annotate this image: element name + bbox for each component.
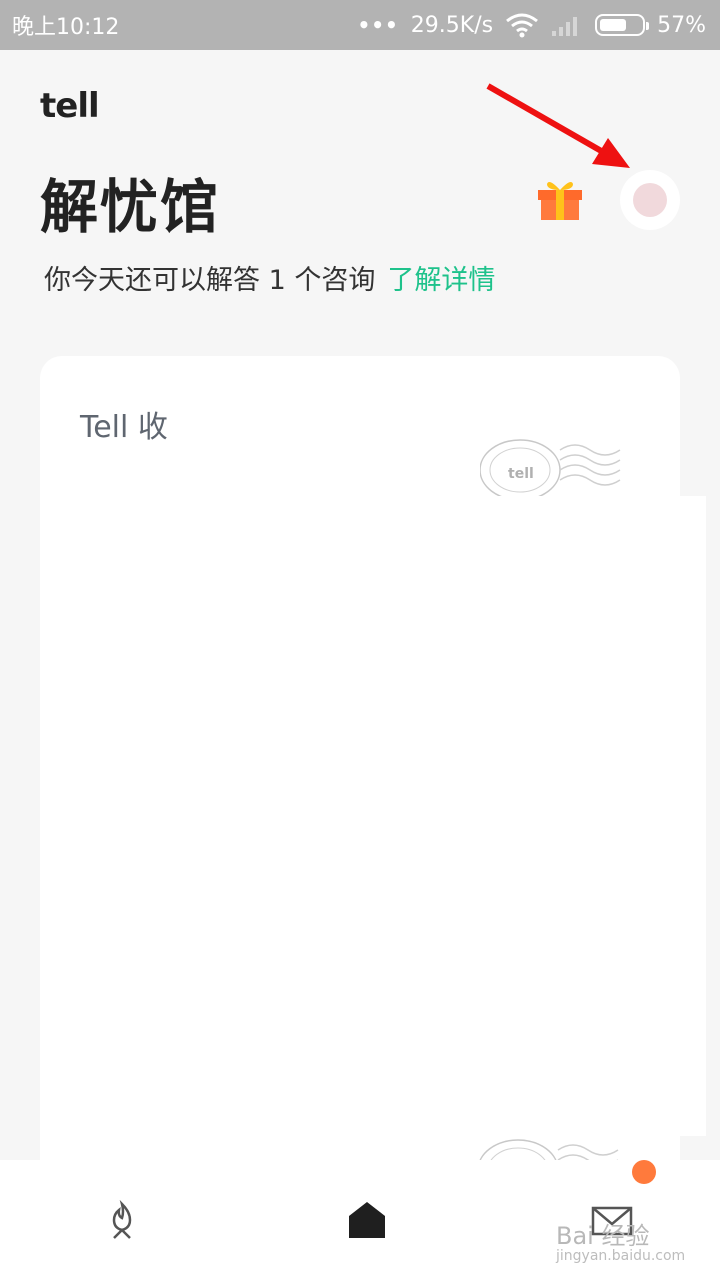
red-arrow-annotation [486,83,630,168]
app-logo: tell [40,86,100,126]
svg-text:tell: tell [508,466,534,482]
net-speed: 29.5K/s [410,12,494,38]
subtitle-text: 你今天还可以解答 1 个咨询 [44,265,376,296]
watermark: Bai 经验 [556,1222,650,1250]
battery-icon [595,14,650,36]
postmark-icon: tell [480,439,621,500]
page-title: 解忧馆 [40,173,221,241]
fire-icon[interactable] [100,1198,144,1242]
avatar-image [633,183,667,217]
wifi-icon [506,13,539,38]
more-dots: ••• [357,13,399,37]
battery-percent: 57% [657,12,706,38]
card-label: Tell 收 [80,410,168,445]
status-right: ••• 29.5K/s 57% [357,12,706,38]
status-bar: 晚上10:12 ••• 29.5K/s 57% [0,0,720,50]
notification-badge [632,1160,656,1184]
watermark-url: jingyan.baidu.com [556,1248,686,1264]
learn-more-link[interactable]: 了解详情 [387,265,495,296]
status-time: 晚上10:12 [12,15,120,40]
gift-icon[interactable] [535,176,585,222]
signal-icon [552,17,578,36]
subtitle: 你今天还可以解答 1 个咨询 了解详情 [44,258,495,297]
home-icon[interactable] [345,1198,389,1242]
card-content-area [40,496,706,1136]
